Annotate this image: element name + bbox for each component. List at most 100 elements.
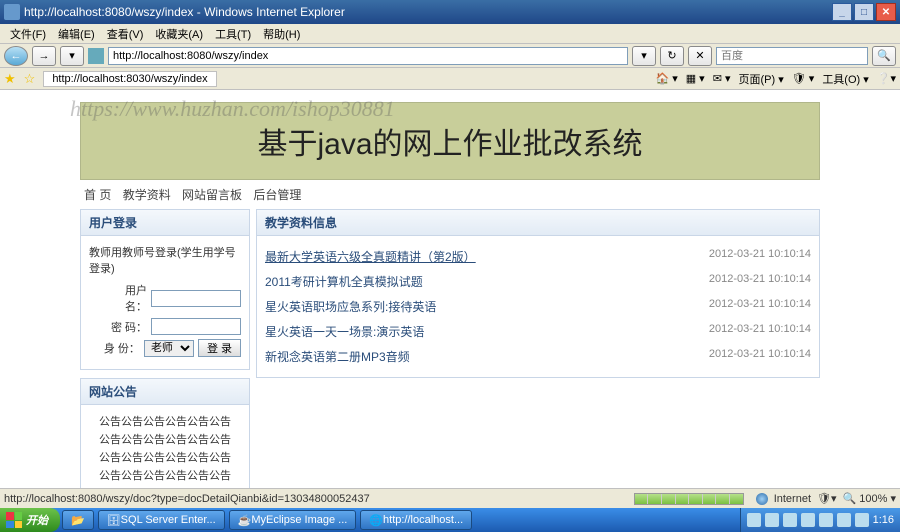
menu-file[interactable]: 文件(F) (4, 26, 52, 42)
status-text: http://localhost:8080/wszy/doc?type=docD… (4, 493, 370, 505)
site-banner: 基于java的网上作业批改系统 (80, 102, 820, 180)
username-label: 用户名： (109, 282, 147, 314)
tray-icon[interactable] (747, 513, 761, 527)
internet-zone-icon (756, 493, 768, 505)
page-icon (88, 48, 104, 64)
password-input[interactable] (151, 318, 241, 335)
nav-board[interactable]: 网站留言板 (182, 188, 242, 202)
maximize-button[interactable]: □ (854, 3, 874, 21)
role-label: 身 份： (102, 340, 140, 356)
news-box: 教学资料信息 最新大学英语六级全真题精讲（第2版） 2012-03-21 10:1… (256, 209, 820, 378)
favorites-star-icon[interactable]: ★ (4, 71, 16, 87)
news-item: 最新大学英语六级全真题精讲（第2版） 2012-03-21 10:10:14 (265, 244, 811, 269)
news-item: 星火英语职场应急系列:接待英语 2012-03-21 10:10:14 (265, 294, 811, 319)
login-hint: 教师用教师号登录(学生用学号登录) (89, 244, 241, 276)
news-link[interactable]: 星火英语一天一场景:演示英语 (265, 323, 424, 340)
news-date: 2012-03-21 10:10:14 (709, 248, 811, 265)
refresh-button[interactable]: ↻ (660, 46, 684, 66)
news-link[interactable]: 最新大学英语六级全真题精讲（第2版） (265, 248, 476, 265)
favorites-bar: ★ ☆ http://localhost:8030/wszy/index 🏠 ▾… (0, 68, 900, 90)
zone-label: Internet (774, 493, 811, 505)
quick-launch-icon[interactable]: 📂 (62, 510, 94, 530)
ie-icon (4, 4, 20, 20)
window-titlebar: http://localhost:8080/wszy/index - Windo… (0, 0, 900, 24)
news-item: 2011考研计算机全真模拟试题 2012-03-21 10:10:14 (265, 269, 811, 294)
nav-materials[interactable]: 教学资料 (123, 188, 171, 202)
go-button[interactable]: ▾ (632, 46, 656, 66)
announcements-box: 网站公告 公告公告公告公告公告公告 公告公告公告公告公告公告 公告公告公告公告公… (80, 378, 250, 488)
tray-icon[interactable] (837, 513, 851, 527)
browser-viewport: https://www.huzhan.com/ishop30881 基于java… (0, 90, 900, 488)
page-menu[interactable]: 页面(P) ▾ (739, 71, 784, 87)
status-bar: http://localhost:8080/wszy/doc?type=docD… (0, 488, 900, 508)
announcement-line: 公告公告公告公告公告公告 (89, 413, 241, 431)
login-header: 用户登录 (81, 210, 249, 236)
login-button[interactable]: 登 录 (198, 339, 241, 357)
tab-label[interactable]: http://localhost:8030/wszy/index (43, 71, 216, 87)
username-input[interactable] (151, 290, 241, 307)
menu-bar: 文件(F) 编辑(E) 查看(V) 收藏夹(A) 工具(T) 帮助(H) (0, 24, 900, 44)
role-select[interactable]: 老师 (144, 340, 194, 357)
mail-icon[interactable]: ✉ ▾ (713, 72, 731, 85)
news-link[interactable]: 星火英语职场应急系列:接待英语 (265, 298, 436, 315)
announcements-header: 网站公告 (81, 379, 249, 405)
login-box: 用户登录 教师用教师号登录(学生用学号登录) 用户名： 密 码： 身 份 (80, 209, 250, 370)
menu-view[interactable]: 查看(V) (101, 26, 150, 42)
tray-icon[interactable] (765, 513, 779, 527)
progress-bar (634, 493, 744, 505)
nav-home[interactable]: 首 页 (84, 188, 111, 202)
clock[interactable]: 1:16 (873, 514, 894, 526)
announcement-line: 公告公告公告公告公告公告 (89, 449, 241, 467)
news-list: 最新大学英语六级全真题精讲（第2版）2012-03-21 10:10:14201… (257, 236, 819, 377)
windows-logo-icon (6, 512, 22, 528)
dropdown-button[interactable]: ▾ (60, 46, 84, 66)
task-ie[interactable]: 🌐 http://localhost... (360, 510, 472, 530)
task-myeclipse[interactable]: ☕ MyEclipse Image ... (229, 510, 357, 530)
news-header: 教学资料信息 (257, 210, 819, 236)
system-tray: 1:16 (740, 508, 900, 532)
address-input[interactable] (108, 47, 628, 65)
news-item: 星火英语一天一场景:演示英语 2012-03-21 10:10:14 (265, 319, 811, 344)
search-input[interactable] (716, 47, 868, 65)
news-date: 2012-03-21 10:10:14 (709, 273, 811, 290)
taskbar: 开始 📂 🗄 SQL Server Enter... ☕ MyEclipse I… (0, 508, 900, 532)
menu-help[interactable]: 帮助(H) (257, 26, 306, 42)
news-link[interactable]: 2011考研计算机全真模拟试题 (265, 273, 423, 290)
news-date: 2012-03-21 10:10:14 (709, 348, 811, 365)
news-date: 2012-03-21 10:10:14 (709, 323, 811, 340)
tray-icon[interactable] (855, 513, 869, 527)
tray-icon[interactable] (801, 513, 815, 527)
add-favorite-icon[interactable]: ☆ (24, 71, 36, 87)
announcement-line: 公告公告公告公告公告公告 (89, 431, 241, 449)
tray-icon[interactable] (783, 513, 797, 527)
close-button[interactable]: ✕ (876, 3, 896, 21)
announcement-line: 公告公告公告公告公告公告 (89, 467, 241, 485)
news-item: 新视念英语第二册MP3音频 2012-03-21 10:10:14 (265, 344, 811, 369)
tray-icon[interactable] (819, 513, 833, 527)
zoom-label[interactable]: 🔍 100% ▾ (843, 492, 896, 505)
news-link[interactable]: 新视念英语第二册MP3音频 (265, 348, 410, 365)
forward-button[interactable]: → (32, 46, 56, 66)
tools-menu[interactable]: 工具(O) ▾ (822, 71, 868, 87)
safety-menu[interactable]: 🛡 ▾ (792, 72, 815, 85)
nav-admin[interactable]: 后台管理 (253, 188, 301, 202)
site-nav: 首 页 教学资料 网站留言板 后台管理 (80, 180, 820, 209)
menu-edit[interactable]: 编辑(E) (52, 26, 101, 42)
window-title: http://localhost:8080/wszy/index - Windo… (24, 5, 345, 19)
home-icon[interactable]: 🏠 ▾ (655, 72, 677, 85)
feeds-icon[interactable]: ▦ ▾ (686, 72, 705, 85)
stop-button[interactable]: ✕ (688, 46, 712, 66)
menu-favorites[interactable]: 收藏夹(A) (149, 26, 209, 42)
password-label: 密 码： (109, 319, 147, 335)
minimize-button[interactable]: _ (832, 3, 852, 21)
protected-mode-icon[interactable]: 🛡▾ (817, 492, 837, 505)
start-button[interactable]: 开始 (0, 508, 60, 532)
help-icon[interactable]: ❔▾ (877, 72, 896, 85)
search-button[interactable]: 🔍 (872, 46, 896, 66)
banner-title: 基于java的网上作业批改系统 (257, 119, 642, 163)
task-sql[interactable]: 🗄 SQL Server Enter... (98, 510, 225, 530)
menu-tools[interactable]: 工具(T) (209, 26, 257, 42)
nav-toolbar: ← → ▾ ▾ ↻ ✕ 🔍 (0, 44, 900, 68)
back-button[interactable]: ← (4, 46, 28, 66)
news-date: 2012-03-21 10:10:14 (709, 298, 811, 315)
